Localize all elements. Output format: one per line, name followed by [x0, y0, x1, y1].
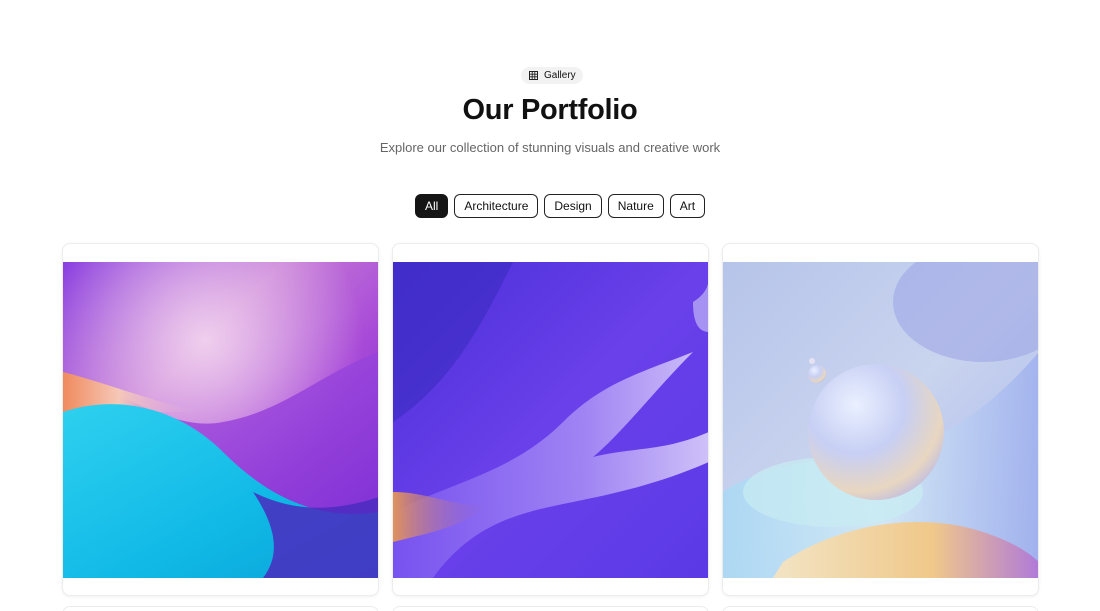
grid-icon	[529, 71, 538, 80]
portfolio-card[interactable]	[722, 606, 1039, 611]
page-title: Our Portfolio	[462, 94, 638, 126]
portfolio-image[interactable]	[63, 262, 378, 578]
gallery-badge-label: Gallery	[544, 70, 576, 81]
portfolio-card[interactable]	[722, 243, 1039, 596]
portfolio-image[interactable]	[393, 262, 708, 578]
filter-art-button[interactable]: Art	[669, 194, 706, 218]
filter-nature-button[interactable]: Nature	[607, 194, 664, 218]
gallery-badge: Gallery	[521, 67, 583, 84]
filter-bar: All Architecture Design Nature Art	[415, 194, 706, 218]
portfolio-card[interactable]	[62, 243, 379, 596]
filter-design-button[interactable]: Design	[544, 194, 602, 218]
portfolio-page: Gallery Our Portfolio Explore our collec…	[0, 0, 1100, 611]
portfolio-card[interactable]	[392, 243, 709, 596]
portfolio-card[interactable]	[62, 606, 379, 611]
page-subtitle: Explore our collection of stunning visua…	[379, 140, 721, 155]
portfolio-card[interactable]	[392, 606, 709, 611]
filter-architecture-button[interactable]: Architecture	[454, 194, 539, 218]
filter-all-button[interactable]: All	[415, 194, 449, 218]
portfolio-image[interactable]	[723, 262, 1038, 578]
